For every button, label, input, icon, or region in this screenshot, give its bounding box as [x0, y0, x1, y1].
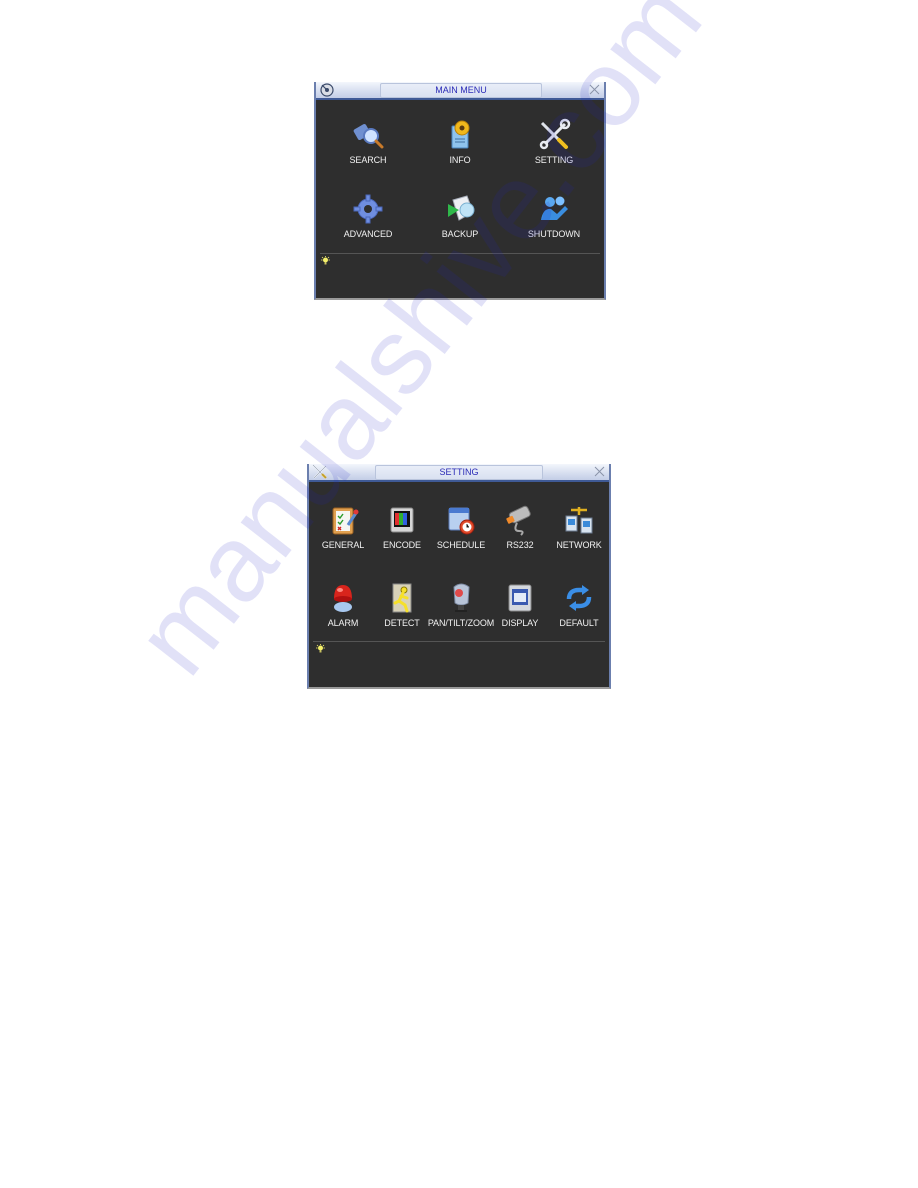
menu-item-setting[interactable]: SETTING — [509, 118, 599, 165]
setting-item-label: DEFAULT — [559, 618, 599, 628]
tools-icon — [539, 118, 571, 150]
backup-disc-icon — [448, 195, 475, 221]
tools-icon — [312, 464, 327, 479]
disc-icon — [320, 83, 334, 97]
menu-item-label: SETTING — [534, 155, 574, 165]
gear-icon — [353, 194, 383, 224]
network-computers-icon — [565, 507, 593, 534]
setting-item-label: NETWORK — [556, 540, 602, 550]
menu-item-backup[interactable]: BACKUP — [415, 192, 505, 239]
lightbulb-icon — [321, 256, 330, 265]
refresh-arrows-icon — [566, 585, 592, 611]
setting-titlebar[interactable]: SETTING — [309, 464, 609, 482]
menu-item-label: INFO — [449, 155, 471, 165]
lightbulb-icon — [316, 644, 325, 653]
main-menu-titlebar[interactable]: MAIN MENU — [316, 82, 604, 100]
hint-divider — [320, 253, 600, 254]
display-window-icon — [508, 584, 532, 612]
clipboard-icon — [332, 507, 359, 535]
menu-item-advanced[interactable]: ADVANCED — [323, 192, 413, 239]
setting-title: SETTING — [375, 465, 543, 480]
search-film-icon — [353, 124, 384, 149]
users-shutdown-icon — [541, 196, 568, 220]
menu-item-search[interactable]: SEARCH — [323, 118, 413, 165]
close-icon[interactable] — [594, 466, 605, 477]
calendar-clock-icon — [448, 507, 475, 535]
running-man-icon — [392, 583, 412, 613]
menu-item-shutdown[interactable]: SHUTDOWN — [509, 192, 599, 239]
menu-item-label: SEARCH — [349, 155, 387, 165]
serial-cable-icon — [506, 505, 531, 536]
color-bars-monitor-icon — [390, 507, 414, 533]
main-menu-title: MAIN MENU — [380, 83, 542, 98]
menu-item-label: ADVANCED — [343, 229, 393, 239]
menu-item-label: SHUTDOWN — [527, 229, 581, 239]
setting-item-default[interactable]: DEFAULT — [534, 581, 624, 628]
menu-item-info[interactable]: INFO — [415, 118, 505, 165]
setting-window: SETTING GENERAL ENCODE SCHEDULE RS232 NE… — [307, 464, 611, 689]
main-menu-window: MAIN MENU SEARCH INFO SETTING ADVANCED B… — [314, 82, 606, 300]
alarm-siren-icon — [334, 585, 352, 612]
hint-divider — [313, 641, 605, 642]
menu-item-label: BACKUP — [441, 229, 479, 239]
close-icon[interactable] — [589, 84, 600, 95]
info-gear-document-icon — [451, 120, 470, 149]
ptz-camera-icon — [453, 583, 470, 612]
setting-item-network[interactable]: NETWORK — [534, 503, 624, 550]
